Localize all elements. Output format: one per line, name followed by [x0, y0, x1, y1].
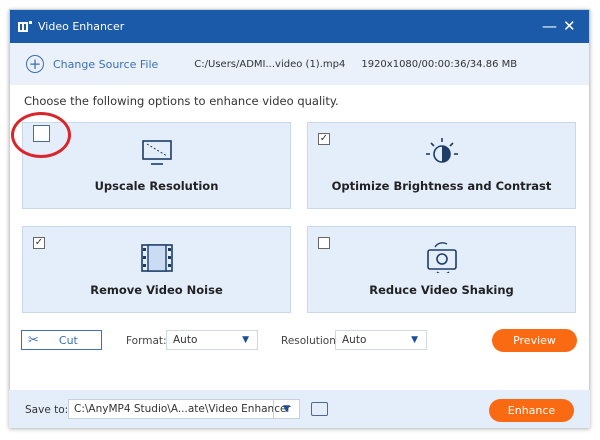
resolution-select[interactable]: Auto ▼ [335, 330, 427, 350]
option-remove-noise[interactable]: ✓ Remove Video Noise [22, 226, 291, 313]
video-enhancer-window: Video Enhancer — ✕ + Change Source File … [9, 9, 590, 428]
app-logo-icon [18, 21, 32, 32]
instruction-text: Choose the following options to enhance … [24, 94, 339, 108]
format-value: Auto [173, 334, 198, 346]
option-reduce-shaking[interactable]: Reduce Video Shaking [307, 226, 576, 313]
film-noise-icon [140, 244, 173, 272]
enhance-button[interactable]: Enhance [489, 399, 574, 422]
option-optimize-brightness[interactable]: ✓ Optimize Brightness and Contrast [307, 122, 576, 209]
scissors-icon: ✂ [28, 332, 39, 348]
resolution-value: Auto [342, 334, 367, 346]
cut-button[interactable]: ✂ Cut [21, 330, 102, 350]
change-source-file-link[interactable]: Change Source File [53, 58, 158, 71]
checkbox-checked[interactable]: ✓ [33, 237, 45, 249]
camera-stabilize-icon [426, 242, 457, 273]
minimize-button[interactable]: — [542, 17, 557, 35]
title-bar: Video Enhancer — ✕ [10, 10, 589, 43]
format-label: Format: [126, 335, 167, 347]
window-title: Video Enhancer [38, 20, 125, 33]
option-label: Reduce Video Shaking [369, 283, 514, 297]
checkbox-checked[interactable]: ✓ [318, 133, 330, 145]
source-bar: + Change Source File C:/Users/ADMI...vid… [10, 43, 589, 85]
preview-button[interactable]: Preview [492, 329, 577, 352]
option-label: Remove Video Noise [90, 283, 223, 297]
format-select[interactable]: Auto ▼ [166, 330, 258, 350]
monitor-upscale-icon [141, 140, 172, 165]
upscale-checkbox[interactable] [33, 125, 50, 142]
brightness-icon [425, 138, 458, 163]
chevron-down-icon: ▼ [242, 335, 249, 345]
checkbox-unchecked[interactable] [318, 237, 330, 249]
chevron-down-icon: ▼ [411, 335, 418, 345]
close-button[interactable]: ✕ [563, 17, 576, 35]
source-path: C:/Users/ADMI...video (1).mp4 [194, 58, 346, 70]
option-label: Upscale Resolution [94, 179, 219, 193]
resolution-label: Resolution: [281, 335, 340, 347]
add-icon[interactable]: + [26, 55, 44, 73]
source-meta: 1920x1080/00:00:36/34.86 MB [361, 58, 518, 70]
option-label: Optimize Brightness and Contrast [331, 179, 552, 193]
cut-label: Cut [58, 333, 78, 347]
